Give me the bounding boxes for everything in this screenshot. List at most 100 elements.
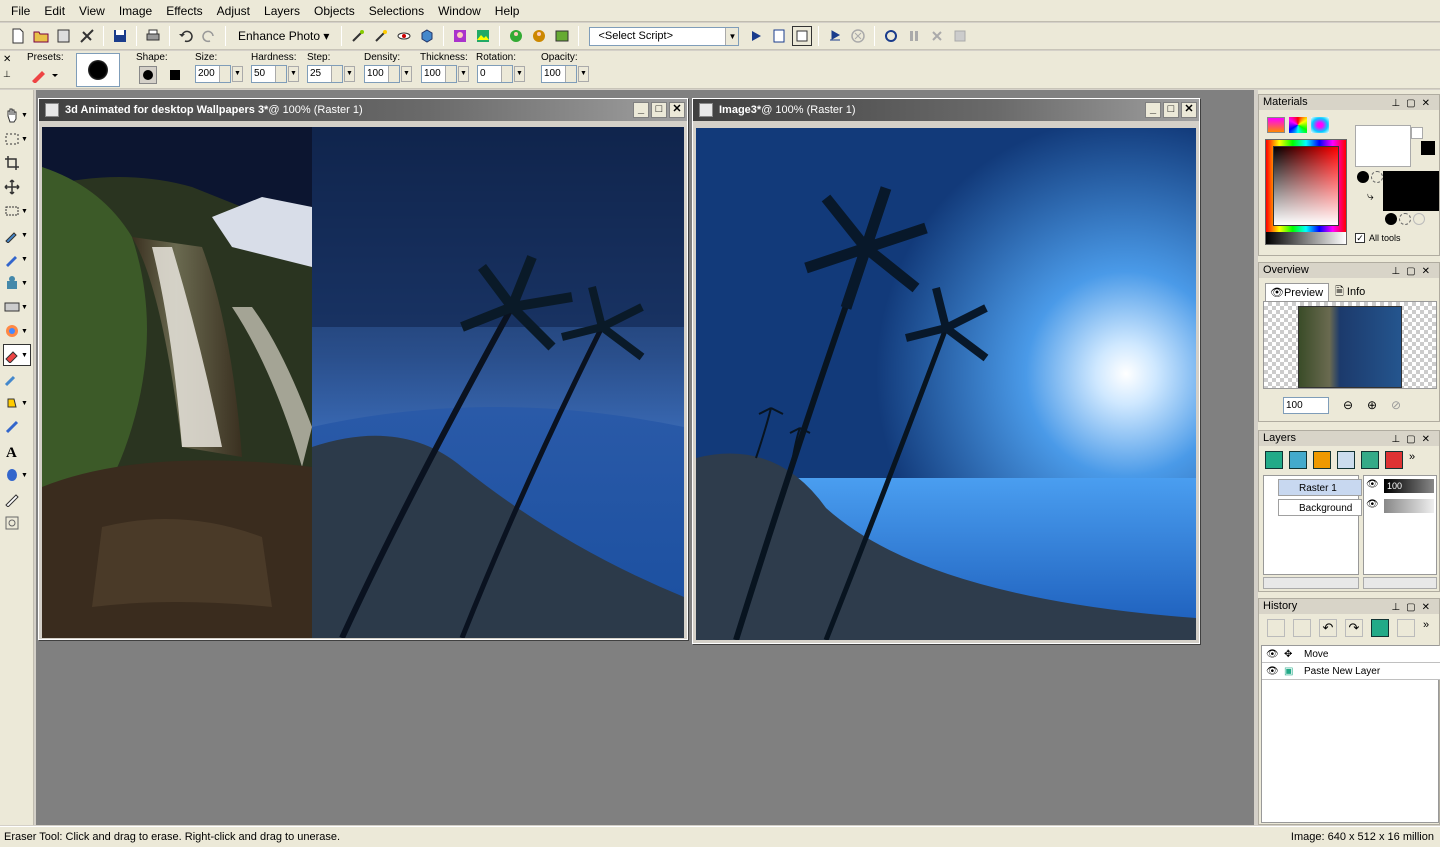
layer-row-background[interactable]: Background xyxy=(1278,499,1362,516)
tab-preview[interactable]: 👁Preview xyxy=(1265,283,1329,301)
crop-tool[interactable] xyxy=(4,152,30,174)
undo-icon[interactable] xyxy=(176,26,196,46)
background-swatch[interactable] xyxy=(1383,171,1439,211)
person-orange-icon[interactable] xyxy=(529,26,549,46)
paint-brush-tool[interactable]: ▼ xyxy=(4,248,30,270)
menu-objects[interactable]: Objects xyxy=(307,4,362,18)
stop-icon[interactable] xyxy=(927,26,947,46)
more-icon[interactable]: » xyxy=(1423,619,1429,637)
command-history-icon[interactable] xyxy=(1371,619,1389,637)
thickness-input[interactable]: 100 ▼ xyxy=(421,65,469,83)
enhance-photo-menu[interactable]: Enhance Photo ▾ xyxy=(232,29,335,43)
dropper-tool[interactable]: ▼ xyxy=(4,224,30,246)
open-folder-icon[interactable] xyxy=(31,26,51,46)
new-raster-layer-icon[interactable] xyxy=(1265,451,1283,469)
eye-icon[interactable]: 👁 xyxy=(1266,663,1279,680)
chevron-down-icon[interactable]: ▼ xyxy=(232,66,243,82)
minimize-button[interactable]: _ xyxy=(633,102,649,118)
run-script-icon[interactable] xyxy=(746,26,766,46)
new-mask-icon[interactable] xyxy=(1337,451,1355,469)
selection-shape-tool[interactable]: ▼ xyxy=(4,200,30,222)
redo-to-icon[interactable] xyxy=(1293,619,1311,637)
close-button[interactable]: ✕ xyxy=(1181,102,1197,118)
redo-icon[interactable]: ↷ xyxy=(1345,619,1363,637)
chevron-down-icon[interactable]: ▼ xyxy=(401,66,412,82)
image-canvas-2[interactable] xyxy=(696,128,1196,640)
selection-tool[interactable]: ▼ xyxy=(4,128,30,150)
chevron-down-icon[interactable]: ▼ xyxy=(288,66,299,82)
eye-icon[interactable]: 👁 xyxy=(1266,646,1279,663)
solid-style-icon[interactable] xyxy=(1385,213,1397,225)
minimize-button[interactable]: _ xyxy=(1145,102,1161,118)
scratch-remover-tool[interactable]: ▼ xyxy=(4,296,30,318)
gradient-style-icon[interactable] xyxy=(1399,213,1411,225)
layers-scrollbar[interactable] xyxy=(1263,577,1359,589)
gradient-style-icon[interactable] xyxy=(1371,171,1383,183)
mini-bg-swatch[interactable] xyxy=(1421,141,1435,155)
chevron-down-icon[interactable]: ▼ xyxy=(458,66,469,82)
chevron-down-icon[interactable]: ▼ xyxy=(344,66,355,82)
picture-frame-icon[interactable] xyxy=(552,26,572,46)
smart-fix-icon[interactable] xyxy=(371,26,391,46)
frame-tab-icon[interactable] xyxy=(1267,117,1285,133)
opacity-input[interactable]: 100 ▼ xyxy=(541,65,589,83)
save-recording-icon[interactable] xyxy=(950,26,970,46)
preset-shape-tool[interactable]: ▼ xyxy=(4,464,30,486)
new-file-icon[interactable] xyxy=(8,26,28,46)
pattern-style-icon[interactable] xyxy=(1413,213,1425,225)
menu-help[interactable]: Help xyxy=(488,4,527,18)
new-group-icon[interactable] xyxy=(1313,451,1331,469)
tab-info[interactable]: 🗎 Info xyxy=(1331,283,1377,301)
menu-file[interactable]: File xyxy=(4,4,37,18)
chevron-down-icon[interactable]: ▼ xyxy=(578,66,589,82)
pin-icon[interactable]: ⊥ xyxy=(3,69,11,80)
edit-script-icon[interactable] xyxy=(769,26,789,46)
chevron-down-icon[interactable]: ▼ xyxy=(725,27,739,45)
adjustment-layer-icon[interactable] xyxy=(1361,451,1379,469)
document-titlebar-2[interactable]: Image3* @ 100% (Raster 1) _ □ ✕ xyxy=(693,99,1199,121)
browse-icon[interactable] xyxy=(54,26,74,46)
scanner-icon[interactable] xyxy=(77,26,97,46)
layer-opacity-bar[interactable]: 100 xyxy=(1384,479,1434,493)
rotation-input[interactable]: 0 ▼ xyxy=(477,65,525,83)
layer-row-raster-1[interactable]: Raster 1 xyxy=(1278,479,1362,496)
saturation-square[interactable] xyxy=(1273,146,1339,226)
zoom-out-icon[interactable]: ⊖ xyxy=(1343,398,1353,412)
maximize-button[interactable]: □ xyxy=(651,102,667,118)
select-script-dropdown[interactable]: <Select Script> ▼ xyxy=(589,26,740,46)
swatches-tab-icon[interactable] xyxy=(1311,117,1329,133)
warp-brush-tool[interactable] xyxy=(4,512,30,534)
interactive-script-icon[interactable] xyxy=(792,26,813,46)
clarify-icon[interactable] xyxy=(417,26,437,46)
history-item-paste-new-layer[interactable]: 👁 ▣ Paste New Layer xyxy=(1262,663,1440,680)
menu-adjust[interactable]: Adjust xyxy=(210,4,257,18)
color-replacer-tool[interactable] xyxy=(4,416,30,438)
solid-style-icon[interactable] xyxy=(1357,171,1369,183)
pause-icon[interactable] xyxy=(904,26,924,46)
eye-icon[interactable]: 👁 xyxy=(1366,499,1379,510)
history-item-move[interactable]: 👁 ✥ Move xyxy=(1262,646,1440,663)
rainbow-tab-icon[interactable] xyxy=(1289,117,1307,133)
all-tools-checkbox[interactable]: ✓ xyxy=(1355,233,1365,243)
pen-tool[interactable] xyxy=(4,488,30,510)
start-recording-icon[interactable] xyxy=(825,26,845,46)
undo-icon[interactable]: ↶ xyxy=(1319,619,1337,637)
one-step-fix-icon[interactable] xyxy=(348,26,368,46)
document-titlebar-1[interactable]: 3d Animated for desktop Wallpapers 3* @ … xyxy=(39,99,687,121)
layer-opacity-bar[interactable] xyxy=(1384,499,1434,513)
record-icon[interactable] xyxy=(881,26,901,46)
properties-scrollbar[interactable] xyxy=(1363,577,1437,589)
size-input[interactable]: 200 ▼ xyxy=(195,65,243,83)
menu-effects[interactable]: Effects xyxy=(159,4,209,18)
close-button[interactable]: ✕ xyxy=(669,102,685,118)
delete-layer-icon[interactable] xyxy=(1385,451,1403,469)
portrait-icon[interactable] xyxy=(450,26,470,46)
menu-image[interactable]: Image xyxy=(112,4,159,18)
close-palette-icon[interactable]: ✕ xyxy=(3,54,11,65)
hardness-input[interactable]: 50 ▼ xyxy=(251,65,299,83)
chevron-down-icon[interactable]: ▼ xyxy=(514,66,525,82)
new-vector-layer-icon[interactable] xyxy=(1289,451,1307,469)
presets-dropdown[interactable] xyxy=(30,67,58,84)
swap-fg-icon[interactable] xyxy=(1411,127,1423,139)
save-icon[interactable] xyxy=(110,26,130,46)
